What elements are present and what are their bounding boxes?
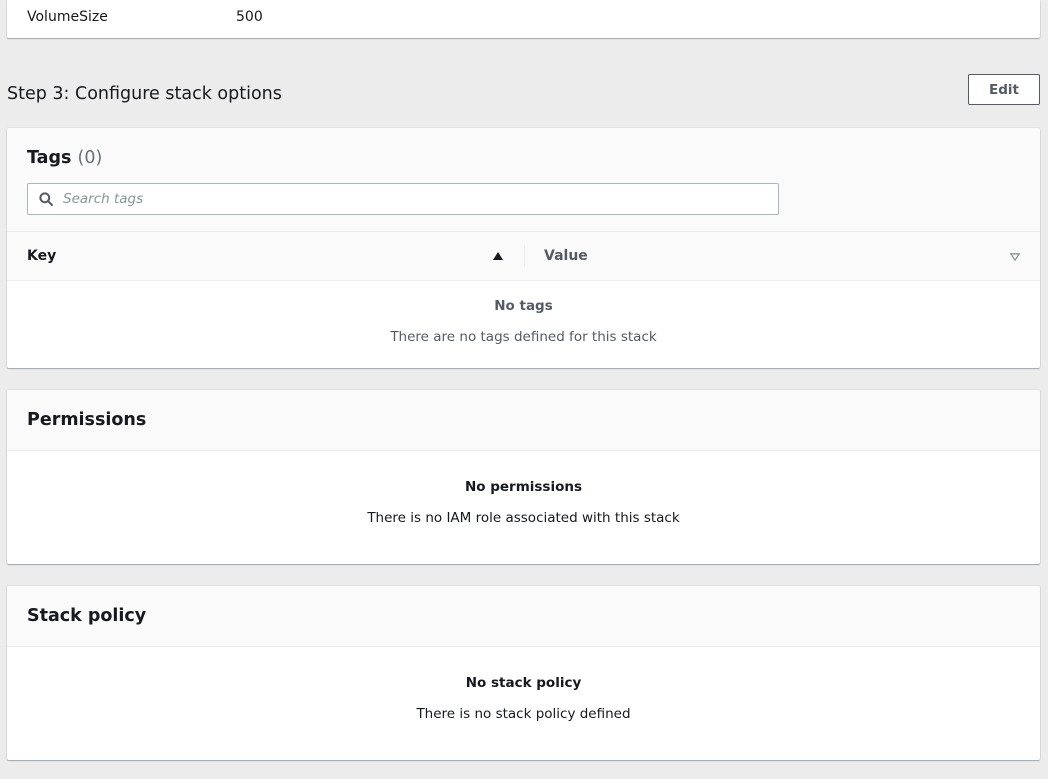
tags-card: Tags (0) Key Value No tags There are no … bbox=[7, 128, 1040, 368]
stack-policy-card: Stack policy No stack policy There is no… bbox=[7, 586, 1040, 760]
permissions-empty-description: There is no IAM role associated with thi… bbox=[367, 510, 680, 526]
permissions-title: Permissions bbox=[27, 410, 147, 430]
column-divider bbox=[524, 245, 525, 267]
search-icon bbox=[39, 192, 53, 206]
caret-down-icon[interactable] bbox=[1010, 253, 1020, 261]
permissions-card: Permissions No permissions There is no I… bbox=[7, 390, 1040, 564]
search-tags-input[interactable] bbox=[63, 186, 763, 212]
edit-button[interactable]: Edit bbox=[968, 74, 1040, 105]
tags-card-header: Tags (0) bbox=[7, 128, 1040, 231]
stack-policy-title: Stack policy bbox=[27, 606, 147, 626]
tags-title-label: Tags bbox=[27, 148, 72, 168]
permissions-card-header: Permissions bbox=[7, 390, 1040, 451]
parameter-value: 500 bbox=[236, 9, 263, 25]
tags-title: Tags (0) bbox=[27, 148, 102, 168]
stack-policy-empty-title: No stack policy bbox=[465, 675, 582, 691]
permissions-empty-title: No permissions bbox=[464, 479, 583, 495]
stack-policy-empty-description: There is no stack policy defined bbox=[416, 706, 631, 722]
search-tags-field[interactable] bbox=[27, 183, 779, 215]
column-header-value[interactable]: Value bbox=[544, 248, 588, 264]
tags-table-header: Key Value bbox=[7, 231, 1040, 281]
stack-policy-card-header: Stack policy bbox=[7, 586, 1040, 647]
tags-count: (0) bbox=[77, 148, 103, 168]
step-3-title: Step 3: Configure stack options bbox=[7, 84, 282, 104]
parameter-key: VolumeSize bbox=[27, 9, 108, 25]
tags-empty-description: There are no tags defined for this stack bbox=[390, 329, 657, 345]
parameters-card: VolumeSize 500 bbox=[7, 0, 1040, 38]
column-header-key[interactable]: Key bbox=[27, 248, 56, 264]
tags-empty-title: No tags bbox=[494, 298, 553, 314]
caret-up-icon[interactable] bbox=[493, 252, 503, 260]
